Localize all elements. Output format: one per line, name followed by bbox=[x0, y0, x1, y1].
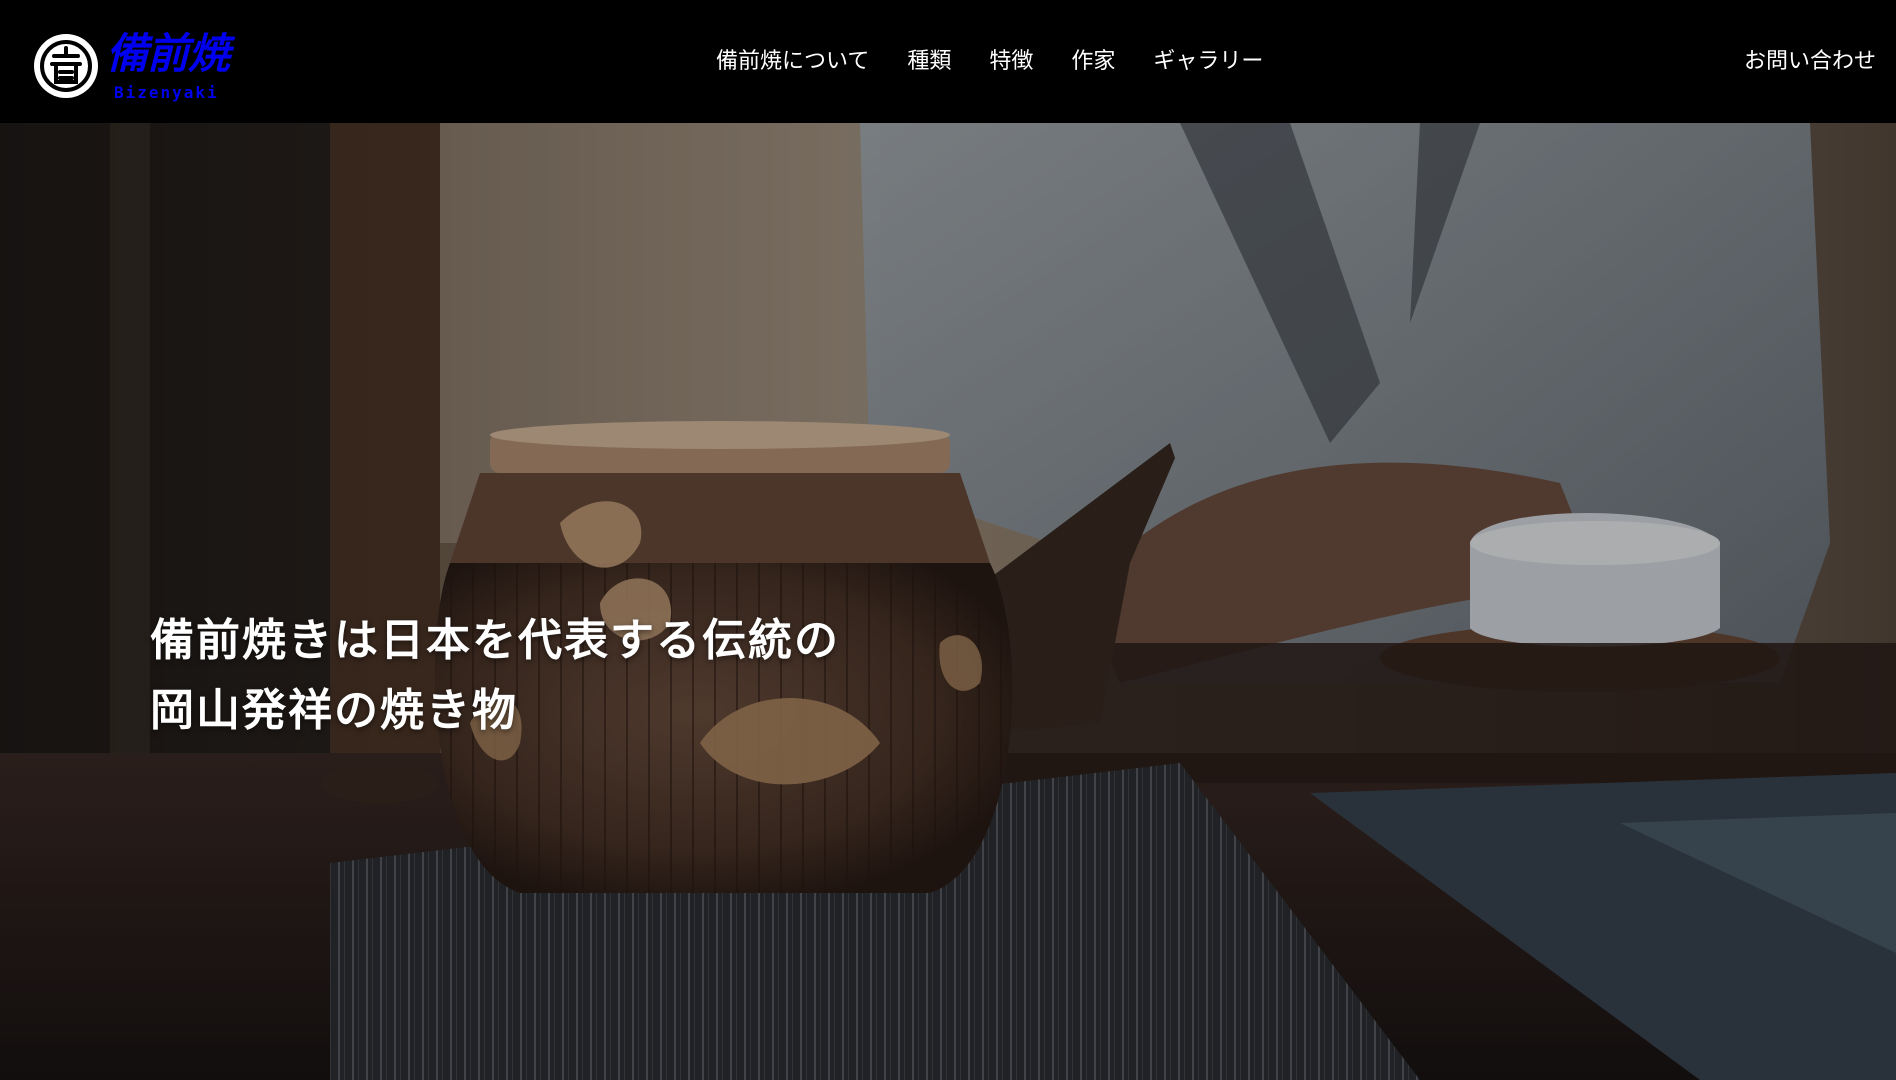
site-header: 備前焼 Bizenyaki 備前焼について 種類 特徴 作家 ギャラリー お問い… bbox=[0, 0, 1896, 123]
hero-headline-line-1: 備前焼きは日本を代表する伝統の bbox=[150, 615, 840, 666]
site-logo[interactable]: 備前焼 Bizenyaki bbox=[34, 30, 244, 108]
hero: 備前焼きは日本を代表する伝統の 岡山発祥の焼き物 bbox=[0, 123, 1896, 1080]
contact-link[interactable]: お問い合わせ bbox=[1744, 44, 1876, 80]
bizen-crest-icon bbox=[34, 34, 98, 98]
logo-kanji: 備前焼 bbox=[106, 29, 230, 78]
hero-headline-line-2: 岡山発祥の焼き物 bbox=[150, 685, 518, 736]
nav-gallery[interactable]: ギャラリー bbox=[1153, 44, 1263, 80]
main-nav: 備前焼について 種類 特徴 作家 ギャラリー bbox=[716, 44, 1263, 80]
nav-types[interactable]: 種類 bbox=[907, 44, 951, 80]
hero-headline: 備前焼きは日本を代表する伝統の 岡山発祥の焼き物 bbox=[150, 606, 910, 746]
nav-about[interactable]: 備前焼について bbox=[716, 44, 869, 80]
nav-artists[interactable]: 作家 bbox=[1071, 44, 1115, 80]
hero-overlay bbox=[0, 123, 1896, 1080]
nav-features[interactable]: 特徴 bbox=[989, 44, 1033, 80]
logo-roman: Bizenyaki bbox=[114, 83, 219, 102]
